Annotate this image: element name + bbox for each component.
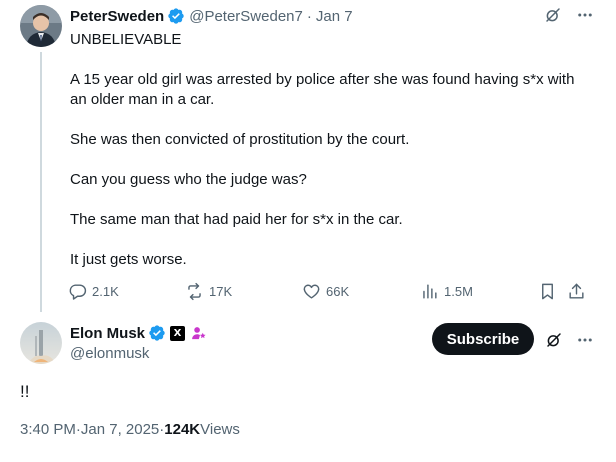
like-icon bbox=[302, 282, 321, 301]
subscribe-button[interactable]: Subscribe bbox=[432, 323, 534, 355]
more-icon[interactable] bbox=[576, 331, 594, 349]
x-logo-icon[interactable]: X bbox=[170, 325, 186, 341]
reply-author-name[interactable]: Elon Musk bbox=[70, 325, 145, 342]
like-button[interactable]: 66K bbox=[302, 280, 349, 302]
reply-text: !! bbox=[20, 382, 30, 401]
reply-button[interactable]: 2.1K bbox=[68, 280, 119, 302]
tweet-paragraph: Can you guess who the judge was? bbox=[70, 171, 307, 188]
grok-icon[interactable] bbox=[545, 331, 563, 349]
more-icon[interactable] bbox=[576, 6, 594, 24]
tweet-paragraph: The same man that had paid her for s*x i… bbox=[70, 211, 403, 228]
reply-time[interactable]: 3:40 PM bbox=[20, 421, 76, 438]
repost-button[interactable]: 17K bbox=[185, 280, 232, 302]
bookmark-button[interactable] bbox=[538, 280, 557, 302]
share-icon bbox=[567, 282, 586, 301]
reply-date[interactable]: Jan 7, 2025 bbox=[81, 421, 159, 438]
tweet-header: PeterSweden @PeterSweden7 · Jan 7 bbox=[70, 7, 353, 25]
reply-views-count[interactable]: 124K bbox=[164, 421, 200, 438]
author-handle[interactable]: @PeterSweden7 bbox=[189, 8, 303, 25]
share-button[interactable] bbox=[567, 280, 586, 302]
tweet-paragraph: It just gets worse. bbox=[70, 251, 187, 268]
grok-icon[interactable] bbox=[544, 6, 562, 24]
avatar-petersweden[interactable] bbox=[20, 5, 62, 47]
views-button[interactable]: 1.5M bbox=[420, 280, 473, 302]
thread-connector-line bbox=[40, 52, 42, 312]
reply-author-handle[interactable]: @elonmusk bbox=[70, 345, 149, 362]
tweet-top-actions bbox=[544, 6, 594, 24]
purple-person-badge-icon bbox=[190, 325, 207, 342]
reply-top-actions bbox=[545, 331, 594, 349]
tweet-paragraph: A 15 year old girl was arrested by polic… bbox=[70, 71, 575, 108]
views-count: 1.5M bbox=[444, 283, 473, 299]
tweet-date[interactable]: Jan 7 bbox=[316, 8, 353, 25]
author-name[interactable]: PeterSweden bbox=[70, 8, 164, 25]
reply-meta: 3:40 PM · Jan 7, 2025 · 124K Views bbox=[20, 421, 240, 438]
dot-separator: · bbox=[306, 7, 312, 25]
verified-badge-icon bbox=[148, 324, 166, 342]
reply-views-label: Views bbox=[200, 421, 240, 438]
bookmark-icon bbox=[538, 282, 557, 301]
views-icon bbox=[420, 282, 439, 301]
tweet-paragraph: She was then convicted of prostitution b… bbox=[70, 131, 410, 148]
reply-icon bbox=[68, 282, 87, 301]
tweet-action-bar: 2.1K 17K 66K 1.5M bbox=[68, 280, 596, 302]
avatar-elonmusk[interactable] bbox=[20, 322, 62, 364]
repost-count: 17K bbox=[209, 283, 233, 299]
verified-badge-icon bbox=[167, 7, 185, 25]
tweet-paragraph: UNBELIEVABLE bbox=[70, 31, 182, 48]
tweet-text: UNBELIEVABLE A 15 year old girl was arre… bbox=[70, 30, 595, 270]
reply-count: 2.1K bbox=[92, 283, 119, 299]
repost-icon bbox=[185, 282, 204, 301]
reply-header: Elon Musk X bbox=[70, 324, 207, 342]
like-count: 66K bbox=[326, 283, 350, 299]
